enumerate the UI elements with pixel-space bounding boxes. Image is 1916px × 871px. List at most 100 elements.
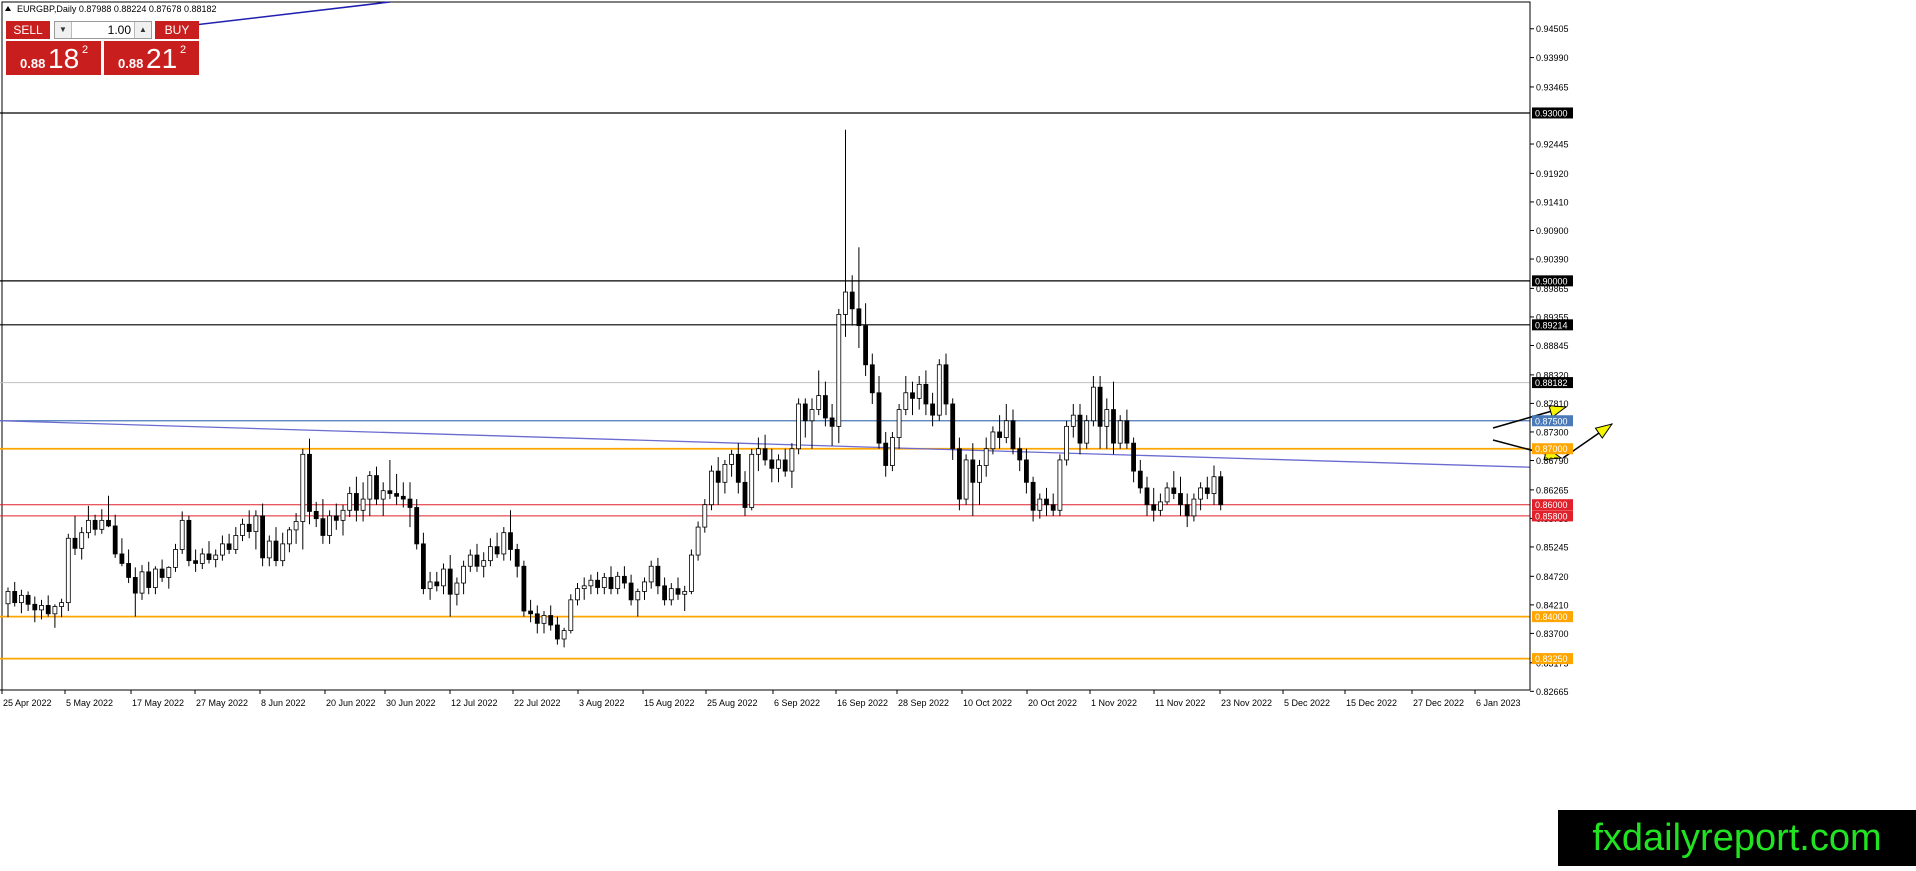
candle-body [266,540,272,559]
candle-body [1151,504,1157,511]
candle-body [890,437,895,466]
lot-increase-button[interactable]: ▲ [134,22,151,38]
candle-body [12,591,18,604]
lot-decrease-button[interactable]: ▼ [55,22,72,38]
candle-body [112,525,118,555]
one-click-trading-panel[interactable]: SELL ▼ 1.00 ▲ BUY 0.88 18 2 0.88 21 2 [6,20,199,76]
candle-body [642,581,647,592]
candle-body [628,582,634,601]
candle-body [849,291,855,310]
lot-size-value[interactable]: 1.00 [73,22,133,38]
candle-body [454,582,460,595]
candle-body [1024,459,1029,483]
sell-price-box[interactable]: 0.88 18 2 [6,41,101,75]
candle-body [869,364,875,394]
candle-body [1050,504,1056,511]
candle-body [1003,420,1009,438]
buy-price-box[interactable]: 0.88 21 2 [104,41,199,75]
candle-body [213,554,219,560]
candle-body [588,579,594,587]
candle-body [219,543,225,556]
time-tick-label: 28 Sep 2022 [898,698,949,708]
candle-body [86,519,91,534]
price-tick-label: 0.82665 [1536,687,1569,697]
candle-body [1057,459,1063,511]
candle-body [1037,498,1043,511]
watermark: fxdailyreport.com [1558,810,1916,866]
candle-body [179,519,185,550]
candle-body [474,554,480,567]
candle-body [99,519,105,530]
candle-body [561,630,567,640]
lot-size-stepper[interactable]: ▼ 1.00 ▲ [54,21,152,39]
candle-body [1111,409,1116,444]
plot-frame [1,1,1531,691]
candle-body [467,554,473,567]
candle-body [126,563,131,578]
candle-body [233,535,239,550]
candle-body [508,532,513,550]
candle-body [313,511,319,520]
candle-body [39,605,44,611]
candle-body [970,459,976,483]
candle-body [943,364,949,405]
candle-body [903,392,909,410]
arrowhead [1594,423,1614,439]
candle-body [333,515,339,521]
candle-body [1211,476,1217,494]
candle-body [756,448,761,455]
time-axis: 25 Apr 2022 5 May 2022 17 May 2022 27 May 2… [0,689,1530,708]
candle-body [762,448,768,461]
price-tick-label: 0.88845 [1536,341,1569,351]
candle-body [796,403,801,450]
candle-body [1204,487,1210,494]
time-tick-label: 5 Dec 2022 [1284,698,1330,708]
level-label: 0.85800 [1535,511,1568,521]
candle-body [709,470,714,506]
sell-button[interactable]: SELL [6,21,50,39]
candle-body [293,521,299,531]
price-tick-label: 0.91920 [1536,169,1569,179]
time-tick-label: 11 Nov 2022 [1155,698,1205,708]
time-tick-label: 6 Sep 2022 [774,698,820,708]
candle-body [441,568,446,587]
buy-price-prefix: 0.88 [118,56,144,71]
candle-body [930,403,935,416]
time-tick-label: 17 May 2022 [132,698,184,708]
candle-body [407,498,413,508]
price-tick-label: 0.92445 [1536,140,1569,150]
candle-body [1137,470,1143,489]
price-tick-label: 0.85245 [1536,542,1569,552]
candle-body [829,417,835,427]
candle-body [18,594,24,604]
candle-body [367,475,373,500]
candle-body [963,459,969,500]
price-chart[interactable]: 0.94505 0.93990 0.93465 0.92445 0.91920 0.914… [0,0,1916,866]
price-axis: 0.94505 0.93990 0.93465 0.92445 0.91920 0.914… [1529,2,1569,697]
candle-body [286,529,292,545]
level-label: 0.87000 [1535,444,1568,454]
candle-body [1191,498,1197,517]
candle-body [320,518,326,536]
chart-area[interactable]: 0.94505 0.93990 0.93465 0.92445 0.91920 0.914… [0,0,1916,866]
candle-body [173,549,178,568]
candle-body [528,610,533,615]
candle-body [601,577,607,588]
candles [5,129,1224,648]
candle-body [648,565,654,583]
level-label: 0.87500 [1535,416,1568,426]
time-tick-label: 6 Jan 2023 [1476,698,1521,708]
buy-button[interactable]: BUY [155,21,199,39]
candle-body [226,543,232,550]
candle-body [816,395,822,410]
candle-body [977,465,982,483]
candle-body [494,546,500,555]
candle-body [1184,504,1190,517]
candle-body [608,577,614,590]
price-tick-label: 0.83700 [1536,629,1569,639]
candle-body [340,509,346,521]
candle-body [1017,448,1023,461]
candle-body [595,579,600,588]
candle-body [199,553,205,564]
candle-body [568,599,574,632]
